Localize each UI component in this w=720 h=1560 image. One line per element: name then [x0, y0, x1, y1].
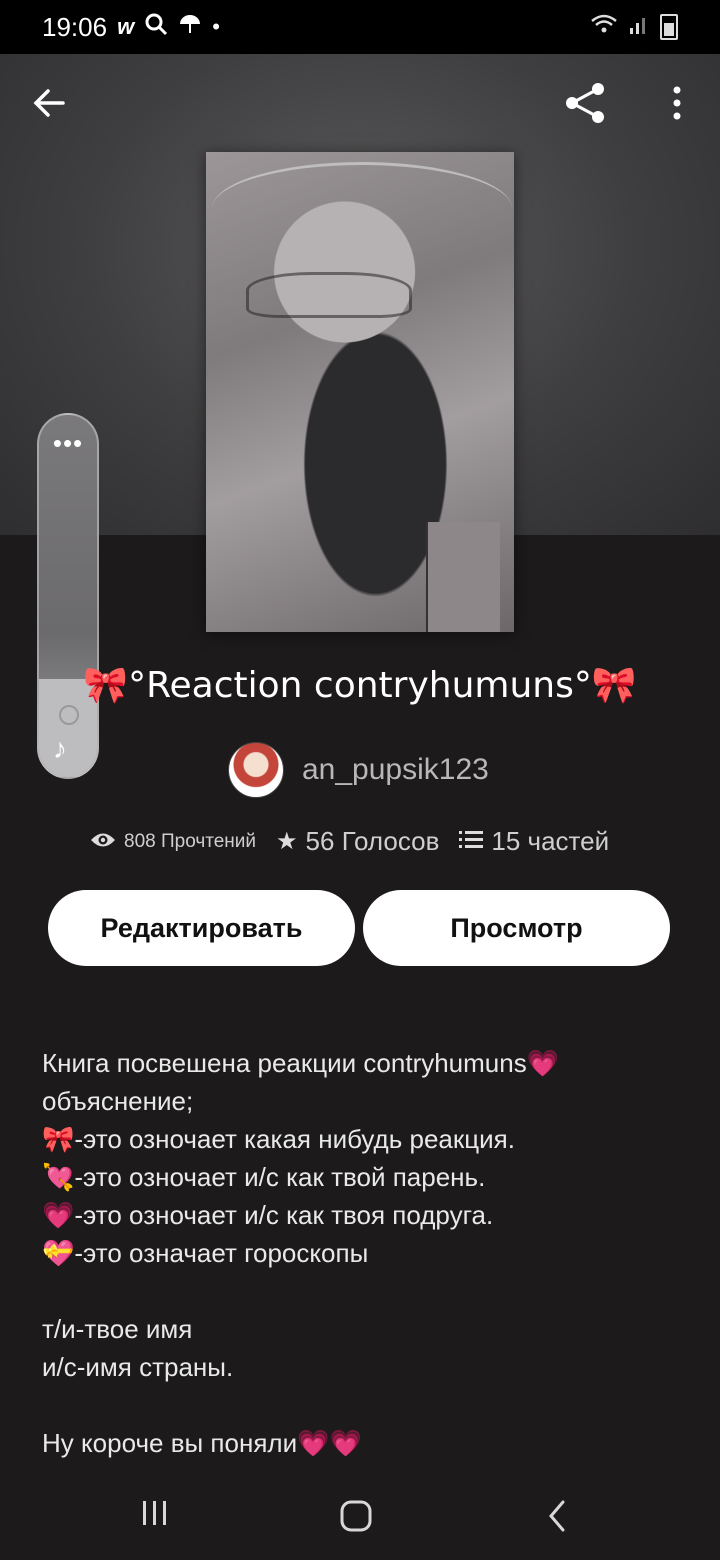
eye-icon [90, 828, 116, 856]
reads-stat: 808 Прочтений [90, 828, 256, 856]
system-nav-bar [0, 1480, 720, 1560]
story-description: Книга посвешена реакции contryhumuns💗 об… [42, 1044, 682, 1462]
arrow-left-icon [33, 89, 65, 117]
cover-halo-sketch [212, 162, 512, 255]
recent-apps-button[interactable] [140, 1498, 170, 1533]
description-line: Ну короче вы поняли💗💗 [42, 1428, 362, 1458]
description-line: 🎀-это озночает какая нибудь реакция. [42, 1124, 515, 1154]
vertical-dots-icon [673, 86, 681, 120]
status-time: 19:06 [42, 11, 108, 42]
view-button[interactable]: Просмотр [363, 890, 670, 966]
back-chevron-icon [549, 1500, 565, 1532]
music-note-icon[interactable]: ♪ [53, 733, 67, 765]
author-row[interactable]: an_pupsik123 [228, 742, 489, 798]
reads-count: 808 Прочтений [124, 830, 257, 852]
edit-button[interactable]: Редактировать [48, 890, 355, 966]
description-line: и/с-имя страны. [42, 1352, 234, 1382]
umbrella-icon [178, 12, 202, 42]
signal-icon [628, 13, 650, 41]
more-options-button[interactable] [652, 78, 702, 128]
parts-stat[interactable]: 15 частей [459, 826, 609, 857]
home-button[interactable] [338, 1498, 374, 1539]
battery-icon [660, 14, 678, 40]
description-line: 💝-это означает гороскопы [42, 1238, 369, 1268]
status-left: 19:06 w • [42, 12, 220, 43]
recent-apps-icon [143, 1501, 166, 1525]
story-cover-image[interactable] [206, 152, 514, 632]
description-line: 💗-это озночает и/с как твоя подруга. [42, 1200, 494, 1230]
votes-count: 56 Голосов [305, 826, 440, 856]
share-button[interactable] [560, 78, 610, 128]
avatar[interactable] [228, 742, 284, 798]
description-line: объяснение; [42, 1086, 194, 1116]
description-line: 💘-это озночает и/с как твой парень. [42, 1162, 486, 1192]
cover-glasses-sketch [246, 272, 412, 318]
volume-min-icon [59, 705, 79, 725]
cover-cup-sketch [426, 522, 500, 632]
list-icon [459, 828, 484, 856]
home-icon [340, 1500, 372, 1532]
parts-count: 15 частей [491, 826, 610, 856]
volume-more-dots[interactable]: ••• [39, 430, 97, 456]
story-title: 🎀°Reaction contryhumuns°🎀 [83, 665, 637, 706]
star-icon: ★ [276, 828, 298, 855]
share-icon [566, 83, 604, 123]
story-stats: 808 Прочтений ★ 56 Голосов 15 частей [90, 826, 609, 857]
search-icon [144, 12, 168, 42]
volume-panel[interactable]: ••• ♪ [37, 413, 99, 779]
dot-icon: • [212, 14, 220, 39]
status-right [590, 13, 678, 41]
description-line: Книга посвешена реакции contryhumuns💗 [42, 1048, 560, 1078]
w-icon: w [117, 14, 135, 39]
wifi-icon [590, 13, 618, 41]
description-line: т/и-твое имя [42, 1314, 193, 1344]
back-button[interactable] [24, 78, 74, 128]
author-name[interactable]: an_pupsik123 [302, 753, 489, 787]
status-bar: 19:06 w • [0, 0, 720, 54]
nav-back-button[interactable] [543, 1498, 573, 1539]
votes-stat: ★ 56 Голосов [276, 826, 439, 857]
